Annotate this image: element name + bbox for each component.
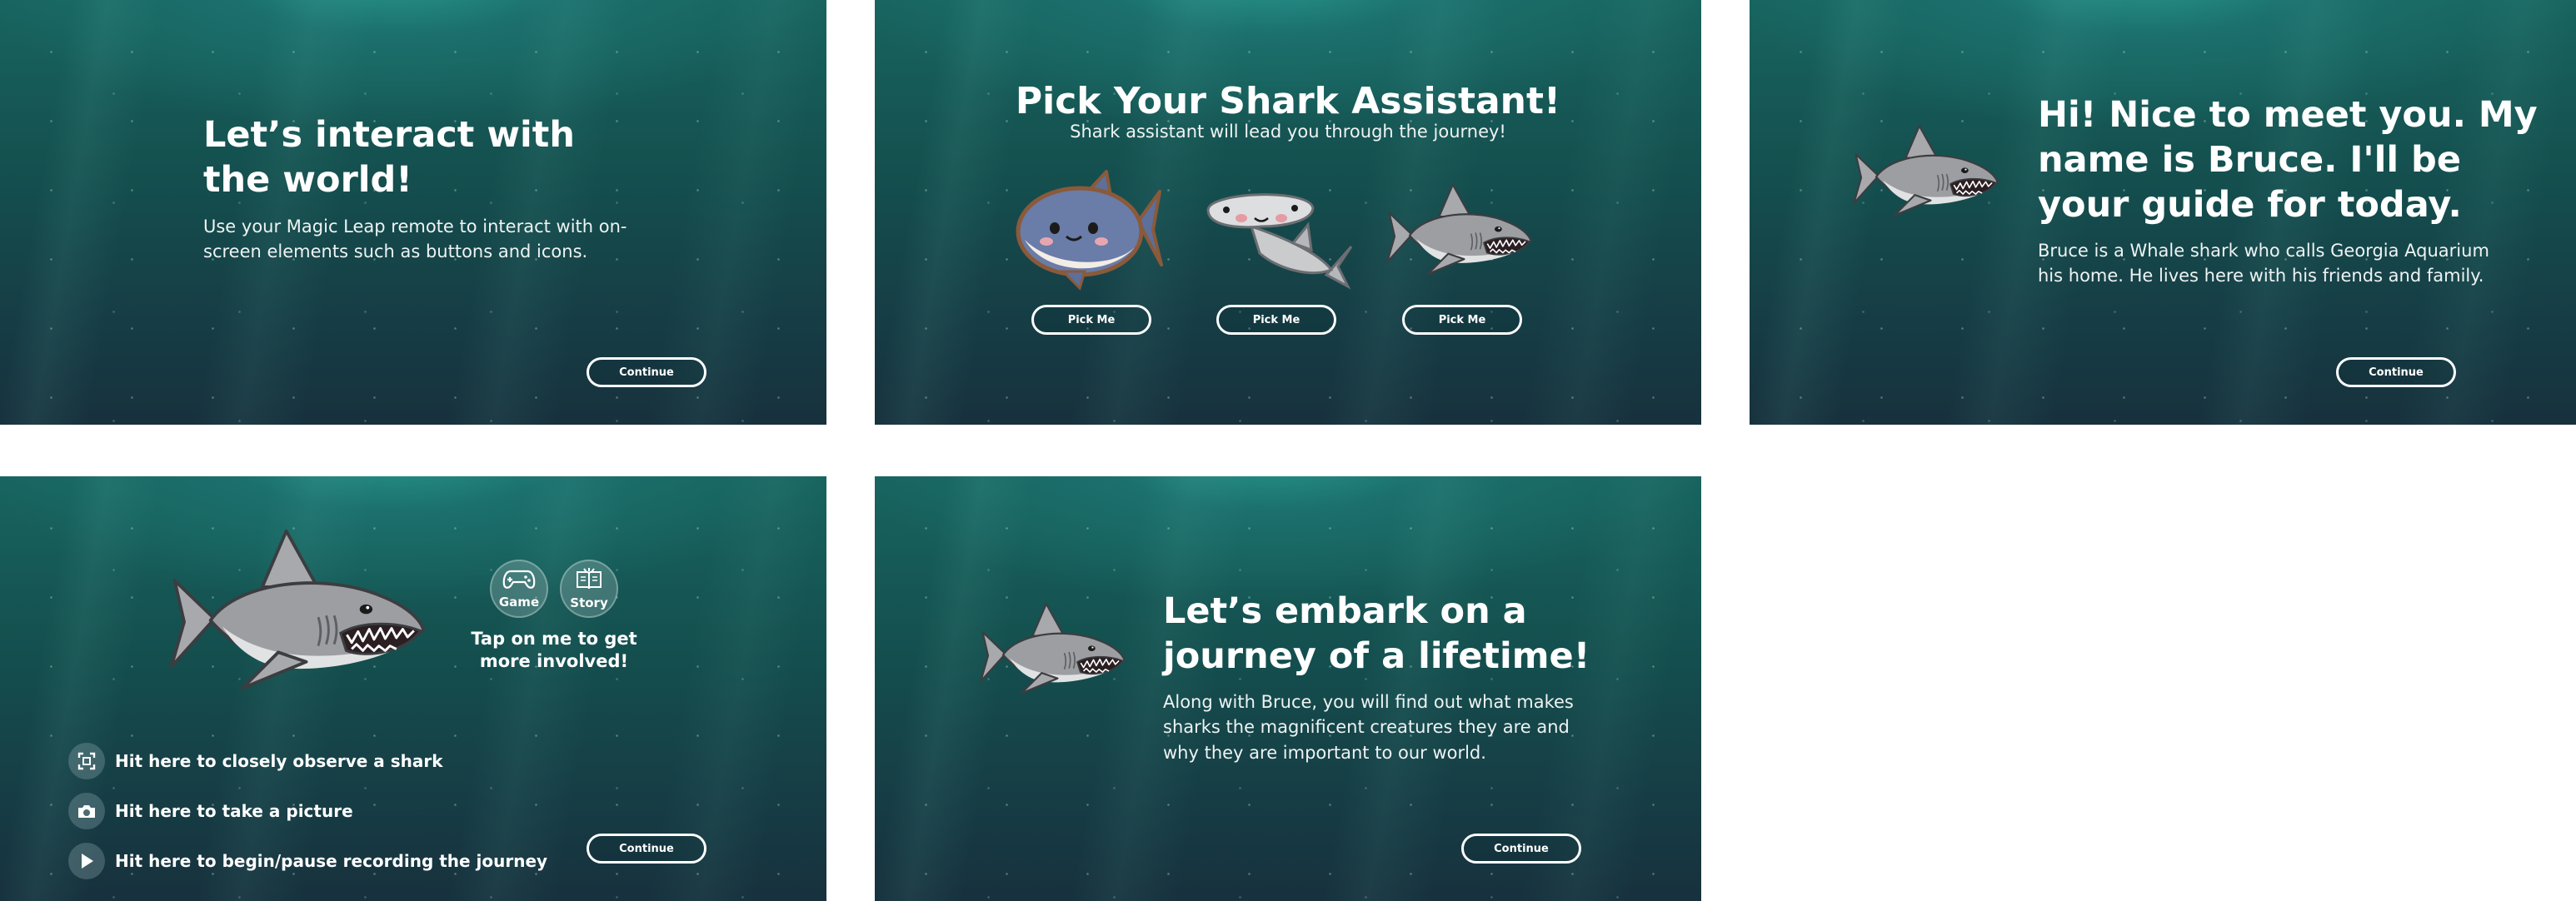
record-journey-label: Hit here to begin/pause recording the jo… — [115, 851, 548, 871]
screen-interact: Let’s interact with the world! Use your … — [0, 0, 826, 425]
observe-shark-hint[interactable]: Hit here to closely observe a shark — [68, 743, 443, 779]
bruce-shark-icon[interactable] — [978, 593, 1128, 705]
continue-button[interactable]: Continue — [587, 834, 706, 864]
screen-description: Along with Bruce, you will find out what… — [1163, 692, 1574, 763]
bruce-shark-icon[interactable] — [167, 515, 430, 706]
continue-button[interactable]: Continue — [2336, 357, 2456, 387]
bruce-shark-icon[interactable] — [1851, 115, 2001, 227]
record-journey-hint[interactable]: Hit here to begin/pause recording the jo… — [68, 843, 547, 879]
screen-pick-assistant: Pick Your Shark Assistant! Shark assista… — [875, 0, 1701, 425]
screen-intro: Hi! Nice to meet you. My name is Bruce. … — [1750, 0, 2576, 425]
take-picture-label: Hit here to take a picture — [115, 801, 353, 821]
screen-description: Bruce is a Whale shark who calls Georgia… — [2038, 241, 2489, 286]
pick-me-button-3[interactable]: Pick Me — [1402, 305, 1522, 335]
story-mode-button[interactable]: Story — [560, 560, 618, 618]
screen-title: Pick Your Shark Assistant! — [1015, 80, 1561, 122]
cute-whale-shark-icon[interactable] — [1013, 167, 1163, 291]
focus-frame-icon — [68, 743, 105, 779]
pick-me-button-2[interactable]: Pick Me — [1216, 305, 1336, 335]
continue-button[interactable]: Continue — [587, 357, 706, 387]
screen-subtitle: Shark assistant will lead you through th… — [1070, 122, 1506, 142]
pick-me-button-1[interactable]: Pick Me — [1031, 305, 1151, 335]
screen-title: Let’s interact with the world! — [203, 114, 575, 201]
tap-instruction: Tap on me to get more involved! — [471, 629, 637, 672]
book-icon — [575, 567, 603, 594]
screen-title: Let’s embark on a journey of a lifetime! — [1163, 590, 1590, 677]
play-icon — [68, 843, 105, 879]
take-picture-hint[interactable]: Hit here to take a picture — [68, 793, 353, 829]
screen-controls: Game Story Tap on me to get more involve… — [0, 476, 826, 901]
observe-shark-label: Hit here to closely observe a shark — [115, 751, 443, 771]
story-mode-label: Story — [570, 595, 608, 610]
hammerhead-shark-icon[interactable] — [1201, 177, 1360, 301]
camera-icon — [68, 793, 105, 829]
game-mode-button[interactable]: Game — [490, 560, 548, 618]
screen-embark: Let’s embark on a journey of a lifetime!… — [875, 476, 1701, 901]
gamepad-icon — [502, 568, 536, 593]
game-mode-label: Game — [498, 595, 540, 610]
great-white-shark-icon[interactable] — [1385, 172, 1535, 288]
continue-button[interactable]: Continue — [1461, 834, 1581, 864]
screen-title: Hi! Nice to meet you. My name is Bruce. … — [2038, 94, 2538, 226]
screen-description: Use your Magic Leap remote to interact w… — [203, 217, 627, 262]
